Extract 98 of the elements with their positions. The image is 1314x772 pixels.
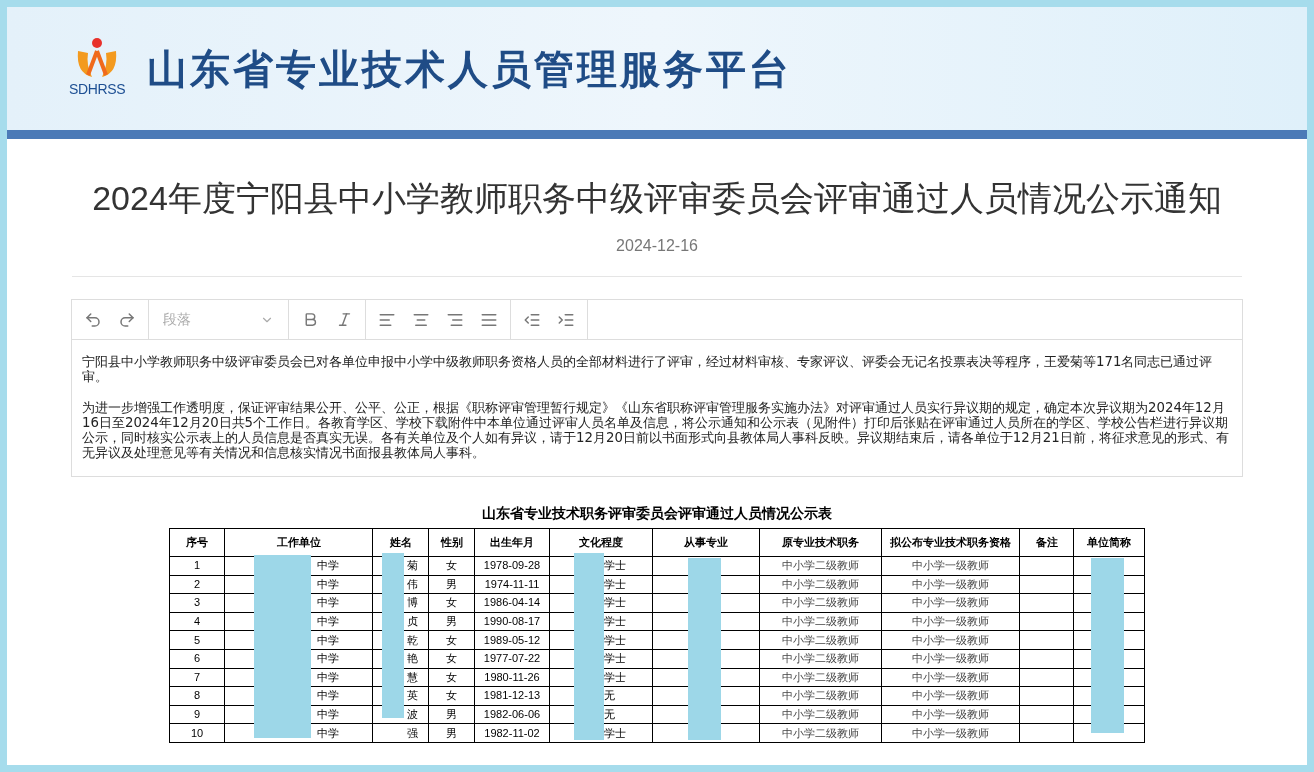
table-cell: 8 — [193, 689, 201, 702]
table-cell: 10 — [190, 726, 204, 739]
block-format-dropdown[interactable]: 段落 — [149, 300, 289, 339]
column-header: 出生年月 — [474, 528, 550, 557]
table-cell: 伟 — [407, 577, 418, 590]
table-cell: 中学 — [317, 689, 339, 702]
table-cell: 学士 — [604, 596, 626, 609]
table-cell: 5 — [193, 633, 201, 646]
table-cell: 中小学一级教师 — [912, 652, 989, 665]
column-header: 单位简称 — [1073, 528, 1145, 557]
table-cell: 学士 — [604, 670, 626, 683]
table-cell: 中学 — [317, 633, 339, 646]
table-cell: 中小学一级教师 — [912, 670, 989, 683]
table-cell: 女 — [446, 689, 457, 702]
column-header: 序号 — [169, 528, 225, 557]
table-cell: 中学 — [317, 596, 339, 609]
table-cell: 中学 — [317, 670, 339, 683]
table-cell: 中小学二级教师 — [782, 615, 859, 628]
table-cell: 4 — [193, 615, 201, 628]
table-cell: 学士 — [604, 559, 626, 572]
table-cell: 1990-08-17 — [483, 615, 541, 628]
table-cell: 中小学二级教师 — [782, 726, 859, 739]
site-title: 山东省专业技术人员管理服务平台 — [147, 45, 793, 93]
table-cell: 无 — [604, 689, 615, 702]
table-cell: 菊 — [407, 559, 418, 572]
table-cell: 1986-04-14 — [483, 596, 541, 609]
table-cell: 1977-07-22 — [483, 652, 541, 665]
table-cell: 贞 — [407, 615, 418, 628]
table-cell: 女 — [446, 596, 457, 609]
logo-text: SDHRSS — [69, 80, 126, 99]
table-cell: 博 — [407, 596, 418, 609]
redo-icon — [118, 310, 136, 329]
table-cell: 中学 — [317, 708, 339, 721]
table-cell: 女 — [446, 652, 457, 665]
table-cell: 中学 — [317, 652, 339, 665]
table-cell: 学士 — [604, 615, 626, 628]
article-title: 2024年度宁阳县中小学教师职务中级评审委员会评审通过人员情况公示通知 — [92, 178, 1222, 219]
column-header: 备注 — [1019, 528, 1074, 557]
table-cell: 中小学一级教师 — [912, 708, 989, 721]
table-cell: 中小学二级教师 — [782, 596, 859, 609]
table-cell: 1989-05-12 — [483, 633, 541, 646]
table-cell: 无 — [604, 708, 615, 721]
table-caption: 山东省专业技术职务评审委员会评审通过人员情况公示表 — [482, 504, 832, 523]
table-cell: 中学 — [317, 726, 339, 739]
table-cell: 女 — [446, 559, 457, 572]
table-cell: 中小学二级教师 — [782, 708, 859, 721]
table-cell: 乾 — [407, 633, 418, 646]
table-cell: 学士 — [604, 726, 626, 739]
table-cell: 女 — [446, 633, 457, 646]
table-cell: 1978-09-28 — [483, 559, 541, 572]
table-cell: 2 — [193, 577, 201, 590]
table-cell: 中小学二级教师 — [782, 689, 859, 702]
table-cell: 1974-11-11 — [484, 577, 540, 590]
undo-icon — [84, 310, 102, 329]
table-cell: 中小学一级教师 — [912, 559, 989, 572]
table-cell: 3 — [193, 596, 201, 609]
table-cell: 1 — [193, 559, 201, 572]
table-cell: 男 — [446, 708, 457, 721]
table-cell: 6 — [193, 652, 201, 665]
table-cell: 中小学一级教师 — [912, 596, 989, 609]
table-cell: 学士 — [604, 633, 626, 646]
body-paragraph: 宁阳县中小学教师职务中级评审委员会已对各单位申报中小学中级教师职务资格人员的全部材料进行了评审，经过材料审核、专家评议、评委会无记名投票表决等程序，王爱菊等171名同志已通过评审。 — [82, 354, 1214, 384]
table-cell: 女 — [446, 670, 457, 683]
table-cell: 中小学二级教师 — [782, 577, 859, 590]
column-header: 性别 — [428, 528, 475, 557]
column-header: 拟公布专业技术职务资格 — [881, 528, 1020, 557]
table-cell: 学士 — [604, 652, 626, 665]
body-paragraph: 为进一步增强工作透明度，保证评审结果公开、公平、公正，根据《职称评审管理暂行规定》《山东省职称评审管理服务实施办法》对评审通过人员实行异议期的规定，确定本次异议期为2024年12月16日至2024年12月20日共5个工作日。各教育学区、学校下载附件中本单位通过评审人员名单及信息，将公示通知和公示表（见附件）打印后张贴在评审通过人员所在的学区、学校公告栏进行异议期公示，同时核实公示表上的人员信息是否真实无误。各有关单位及个人如有异议，请于12月20日前以书面形式向县教体局人事科反映。异议期结束后，请各单位于12月21日前，将征求意见的形式、有无异议及处理意见等有关情况和信息核实情况书面报县教体局人事科。 — [82, 400, 1230, 460]
table-cell: 中小学二级教师 — [782, 670, 859, 683]
table-cell: 1981-12-13 — [483, 689, 541, 702]
table-cell: 男 — [446, 615, 457, 628]
table-cell: 9 — [193, 708, 201, 721]
article-date: 2024-12-16 — [616, 236, 698, 256]
table-cell: 中小学一级教师 — [912, 689, 989, 702]
column-header: 从事专业 — [652, 528, 760, 557]
table-cell: 波 — [407, 708, 418, 721]
table-cell: 7 — [193, 670, 201, 683]
column-header: 原专业技术职务 — [759, 528, 882, 557]
table-cell: 中学 — [317, 577, 339, 590]
table-cell: 中小学一级教师 — [912, 633, 989, 646]
table-cell: 中小学一级教师 — [912, 726, 989, 739]
table-cell: 中学 — [317, 615, 339, 628]
table-cell: 中小学二级教师 — [782, 633, 859, 646]
table-cell: 男 — [446, 577, 457, 590]
table-cell: 中学 — [317, 559, 339, 572]
table-cell: 中小学一级教师 — [912, 577, 989, 590]
table-cell: 男 — [446, 726, 457, 739]
table-cell: 1982-06-06 — [483, 708, 541, 721]
table-cell: 艳 — [407, 652, 418, 665]
table-cell: 中小学一级教师 — [912, 615, 989, 628]
table-cell: 慧 — [407, 670, 418, 683]
table-cell: 强 — [407, 726, 418, 739]
table-cell: 中小学二级教师 — [782, 652, 859, 665]
table-cell: 英 — [407, 689, 418, 702]
table-cell: 1980-11-26 — [484, 670, 540, 683]
table-cell: 学士 — [604, 577, 626, 590]
table-cell: 中小学二级教师 — [782, 559, 859, 572]
table-cell: 1982-11-02 — [484, 726, 540, 739]
